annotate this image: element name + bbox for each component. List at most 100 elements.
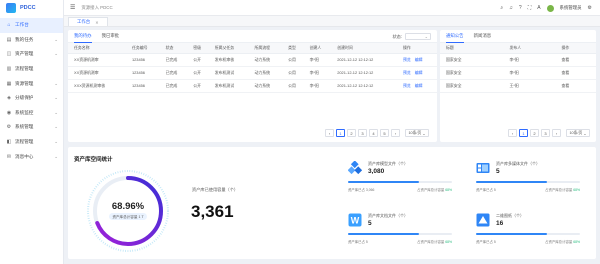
total-files-label: 资产库已使用容量（个） xyxy=(192,187,239,192)
prev-page-button[interactable]: ‹ xyxy=(508,129,517,137)
page-button[interactable]: 2 xyxy=(347,129,356,137)
stat-progress-bar xyxy=(476,181,580,183)
word-document-icon: W xyxy=(348,213,362,227)
stat-label: 资产库文档文件（个） xyxy=(368,213,408,218)
page-size-select[interactable]: 10条/页 ⌄ xyxy=(405,129,429,137)
edit-link[interactable]: 编辑 xyxy=(415,83,423,88)
stat-used: 资产库已占 3,066 xyxy=(348,188,375,192)
column-header: 所属父任务 xyxy=(208,43,249,54)
table-row[interactable]: 国家安全 李*阳 查看 xyxy=(440,66,596,80)
stat-model-files[interactable]: 资产库模型文件（个） 3,080 资产库已占 3,066 占资产库总计容量 68… xyxy=(340,155,460,203)
todo-card: 我的待办 我已审批 状态: ⌄ 任务名称 任务编号 状态 密级 所属父任务 所属… xyxy=(68,30,437,142)
chevron-down-icon: ⌄ xyxy=(54,95,58,101)
view-link[interactable]: 查看 xyxy=(555,66,596,80)
page-button[interactable]: 3 xyxy=(358,129,367,137)
sidebar-item-system-management[interactable]: ⚙ 系统管理 ⌄ xyxy=(0,120,63,135)
tab-news[interactable]: 新闻消息 xyxy=(474,33,492,39)
chevron-down-icon: ⌄ xyxy=(54,80,58,86)
table-cell: 李*阳 xyxy=(303,53,332,67)
stat-document-files[interactable]: W 资产库文档文件（个） 5 资产库已占 5 占资产库总计容量 68% xyxy=(340,207,460,255)
sidebar-item-asset-management[interactable]: ◫ 资产管理 ⌄ xyxy=(0,47,63,62)
sidebar-item-workflow[interactable]: ◧ 流程管理 ⌄ xyxy=(0,135,63,150)
status-filter-label: 状态: xyxy=(392,33,402,39)
table-row[interactable]: 国家安全 王*阳 查看 xyxy=(440,79,596,93)
table-row[interactable]: XX资源机测审 123456 已完成 公开 发布机测试 动力系统 公用 李*阳 … xyxy=(68,66,437,80)
gauge-caption: 资产库总计容量 1 T xyxy=(112,214,144,219)
sidebar-item-label: 系统管理 xyxy=(15,124,34,130)
sidebar-item-my-tasks[interactable]: ▤ 我的任务 ⌄ xyxy=(0,33,63,48)
tab-notices[interactable]: 通知公告 xyxy=(446,33,464,43)
top-header: ☰ 资源接入 PDCC ⌕ ♫ ? ⛶ A 系统管理员 ⚙ xyxy=(64,0,600,16)
table-cell: 公用 xyxy=(282,53,304,67)
table-row[interactable]: XXX资源机测审核 123456 已完成 公开 发布机测试 动力系统 公用 李*… xyxy=(68,79,437,93)
bell-icon[interactable]: ♫ xyxy=(509,5,513,11)
tab-workbench[interactable]: 工作台 ✕ xyxy=(68,17,108,26)
process-link[interactable]: 动力系统 xyxy=(248,66,283,80)
preview-link[interactable]: 预览 xyxy=(403,70,411,75)
edit-link[interactable]: 编辑 xyxy=(415,57,423,62)
page-button[interactable]: 1 xyxy=(336,129,345,137)
table-cell: 王*阳 xyxy=(503,79,556,93)
sidebar-item-resource-management[interactable]: ▦ 资源管理 ⌄ xyxy=(0,76,63,91)
view-link[interactable]: 查看 xyxy=(555,53,596,67)
table-cell: 李*阳 xyxy=(503,53,556,67)
sidebar-item-message-center[interactable]: ✉ 消息中心 ⌄ xyxy=(0,149,63,164)
tab-my-todo[interactable]: 我的待办 xyxy=(74,33,92,43)
page-button[interactable]: 2 xyxy=(530,129,539,137)
media-icon xyxy=(476,161,490,175)
table-row[interactable]: XX资源机测审 123456 已完成 公开 发布机审核 动力系统 公用 李*阳 … xyxy=(68,53,437,67)
process-link[interactable]: 动力系统 xyxy=(248,79,283,93)
table-cell: XXX资源机测审核 xyxy=(68,79,126,93)
preview-link[interactable]: 预览 xyxy=(403,83,411,88)
chevron-down-icon: ⌄ xyxy=(54,139,58,145)
drawing-icon xyxy=(476,213,490,227)
close-icon[interactable]: ✕ xyxy=(95,20,98,25)
page-button[interactable]: 4 xyxy=(369,129,378,137)
view-link[interactable]: 查看 xyxy=(555,79,596,93)
page-size-select[interactable]: 10条/页 ⌄ xyxy=(566,129,590,137)
sidebar-item-security-protection[interactable]: ◈ 分级保护 ⌄ xyxy=(0,91,63,106)
stat-share-label: 占资产库总计容量 xyxy=(545,240,573,244)
stat-2d-drawings[interactable]: 二维图纸（个） 16 资产库已占 5 占资产库总计容量 68% xyxy=(468,207,588,255)
menu-toggle-icon[interactable]: ☰ xyxy=(70,4,75,11)
tab-done[interactable]: 我已审批 xyxy=(102,33,120,39)
next-page-button[interactable]: › xyxy=(391,129,400,137)
table-row[interactable]: 国家安全 李*阳 查看 xyxy=(440,53,596,67)
table-header-row: 任务名称 任务编号 状态 密级 所属父任务 所属流程 类型 创建人 创建时间 操… xyxy=(68,43,437,54)
user-name[interactable]: 系统管理员 xyxy=(560,5,582,11)
monitor-icon: ◉ xyxy=(6,109,12,116)
home-icon: ⌂ xyxy=(7,22,11,29)
stat-label: 资产库模型文件（个） xyxy=(368,161,408,166)
stat-count: 16 xyxy=(496,220,504,227)
sidebar-item-workbench[interactable]: ⌂ 工作台 xyxy=(0,18,63,33)
gauge-percent: 68.96% xyxy=(112,201,145,212)
next-page-button[interactable]: › xyxy=(552,129,561,137)
status-select[interactable]: ⌄ xyxy=(405,33,431,40)
page-button[interactable]: 1 xyxy=(519,129,528,137)
cube-cluster-icon xyxy=(348,161,362,175)
process-link[interactable]: 动力系统 xyxy=(248,53,283,67)
page-button[interactable]: 3 xyxy=(541,129,550,137)
settings-icon[interactable]: ⚙ xyxy=(588,5,592,11)
sidebar-item-label: 工作台 xyxy=(15,22,29,28)
page-button[interactable]: 5 xyxy=(380,129,389,137)
search-icon[interactable]: ⌕ xyxy=(500,5,503,11)
sidebar-item-process-management[interactable]: ▥ 流程管理 xyxy=(0,62,63,77)
column-header: 密级 xyxy=(187,43,209,54)
preview-link[interactable]: 预览 xyxy=(403,57,411,62)
fullscreen-icon[interactable]: ⛶ xyxy=(528,5,532,11)
stat-media-files[interactable]: 资产库多媒体文件（个） 5 资产库已占 5 占资产库总计容量 68% xyxy=(468,155,588,203)
chevron-down-icon: ⌄ xyxy=(54,51,58,57)
avatar[interactable] xyxy=(546,4,554,12)
flow-icon: ◧ xyxy=(6,139,12,146)
notice-pagination: ‹ 1 2 3 › 10条/页 ⌄ xyxy=(508,129,590,137)
prev-page-button[interactable]: ‹ xyxy=(325,129,334,137)
brand[interactable]: PDCC xyxy=(0,0,63,16)
column-header: 类型 xyxy=(282,43,304,54)
help-icon[interactable]: ? xyxy=(519,5,522,11)
edit-link[interactable]: 编辑 xyxy=(415,70,423,75)
chevron-down-icon: ⌄ xyxy=(54,36,58,42)
sidebar-item-system-monitor[interactable]: ◉ 系统监控 ⌄ xyxy=(0,106,63,121)
notice-card: 通知公告 新闻消息 标题 发布人 操作 国家安全 李*阳 查看 国家安全 李*阳… xyxy=(440,30,596,142)
language-icon[interactable]: A xyxy=(537,5,540,11)
